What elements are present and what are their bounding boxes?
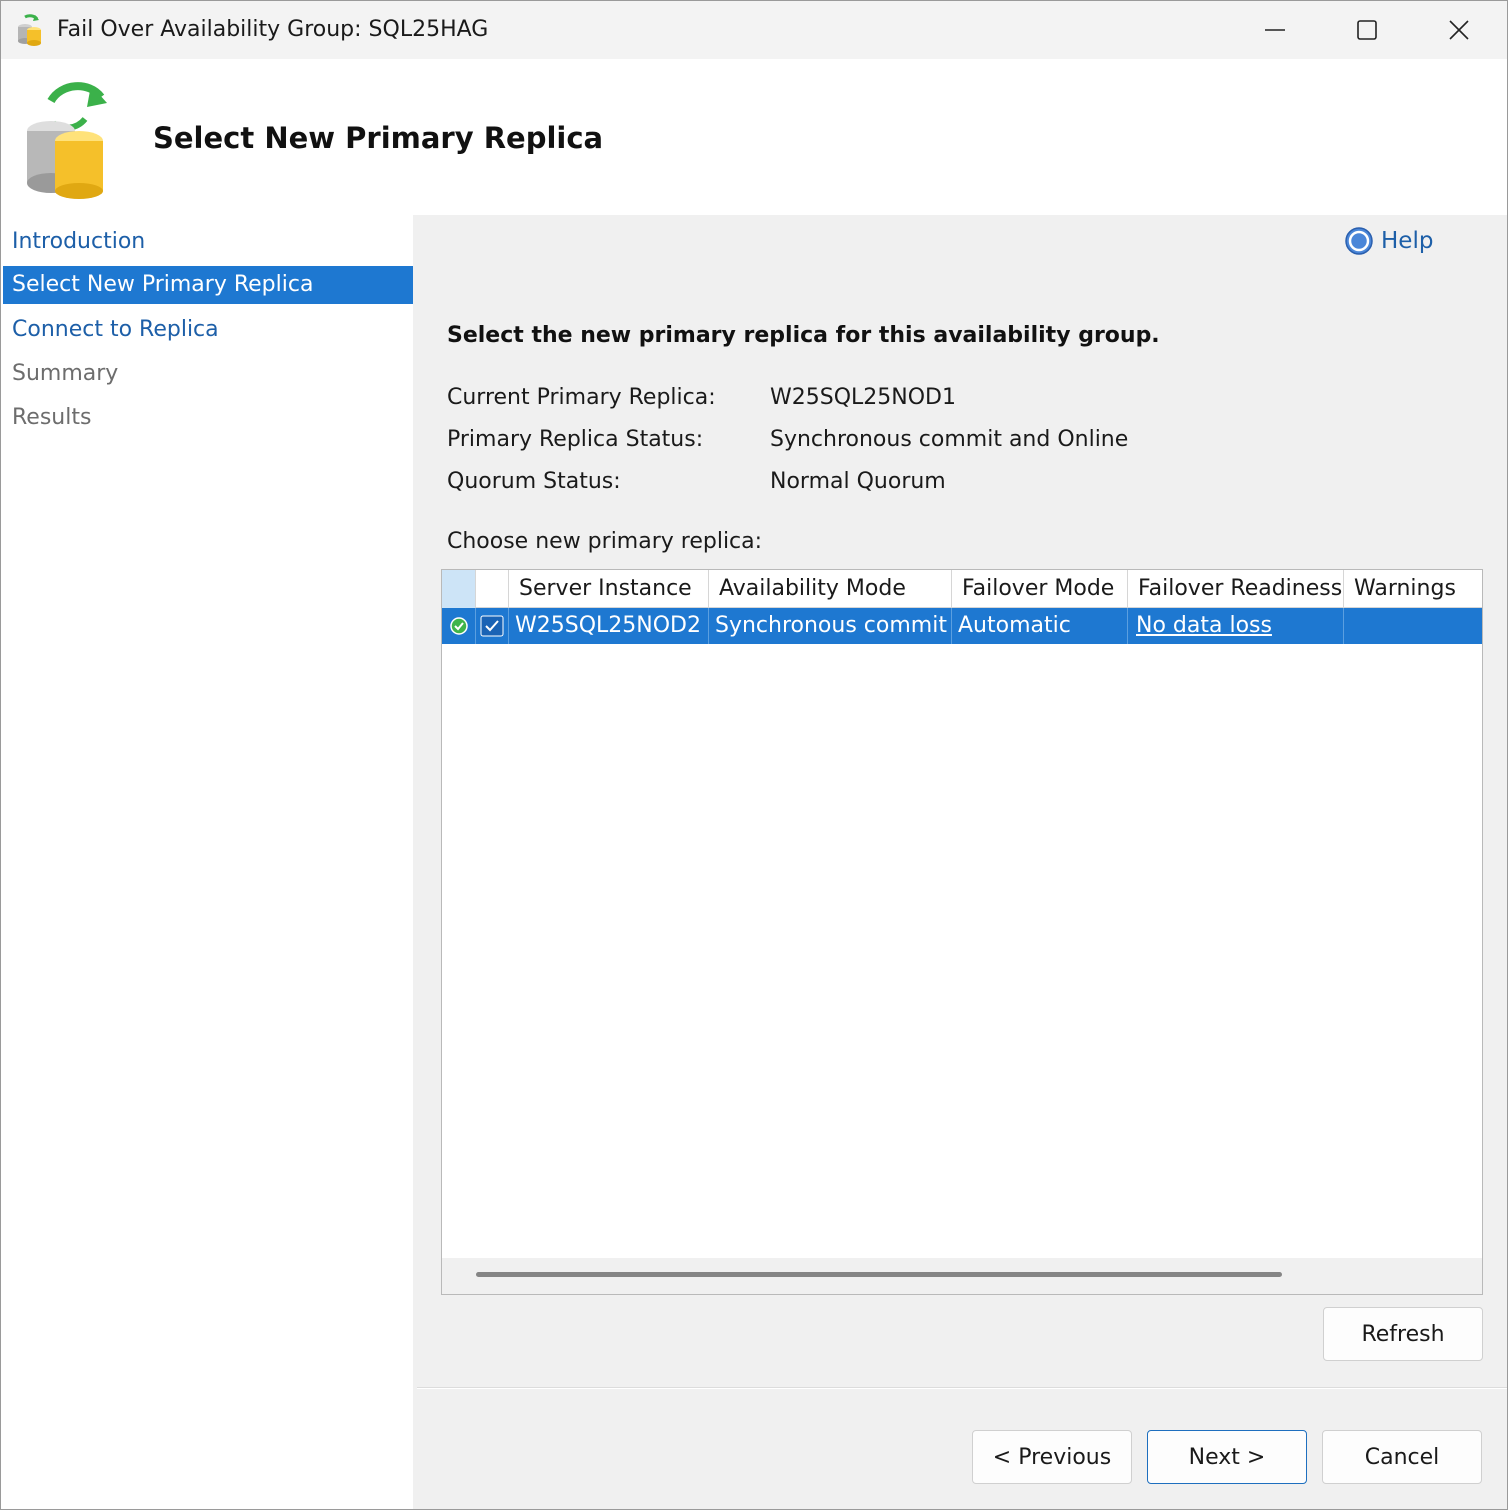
nav-item-select-new-primary-replica[interactable]: Select New Primary Replica [3,266,413,304]
cell-failover-readiness: No data loss [1128,608,1344,644]
failover-readiness-link[interactable]: No data loss [1136,613,1272,638]
title-bar: Fail Over Availability Group: SQL25HAG [1,1,1507,59]
row-checkbox-cell[interactable] [476,608,509,644]
help-link[interactable]: Help [1345,227,1433,255]
current-primary-replica-value: W25SQL25NOD1 [770,385,956,410]
primary-replica-status-value: Synchronous commit and Online [770,427,1129,452]
availability-group-icon [18,14,41,46]
header-failover-mode[interactable]: Failover Mode [952,570,1128,608]
maximize-icon [1357,20,1377,40]
horizontal-scrollbar[interactable] [442,1258,1482,1294]
nav-item-connect-to-replica[interactable]: Connect to Replica [3,311,413,349]
cell-server-instance: W25SQL25NOD2 [509,608,709,644]
minimize-icon [1265,29,1285,31]
maximize-button[interactable] [1321,1,1413,59]
previous-button[interactable]: < Previous [972,1430,1132,1484]
footer-separator [417,1387,1507,1389]
current-primary-replica-label: Current Primary Replica: [447,385,716,410]
row-status-cell [442,608,476,644]
choose-replica-label: Choose new primary replica: [447,529,763,554]
nav-item-introduction[interactable]: Introduction [3,223,413,261]
quorum-status-label: Quorum Status: [447,469,621,494]
nav-item-summary: Summary [12,361,119,386]
ready-status-icon [450,617,468,635]
scrollbar-thumb[interactable] [476,1272,1282,1277]
next-button[interactable]: Next > [1147,1430,1307,1484]
checkbox-checked-icon[interactable] [480,615,504,637]
header-checkbox-column [476,570,509,608]
header-warnings[interactable]: Warnings [1344,570,1482,608]
refresh-button[interactable]: Refresh [1323,1307,1483,1361]
replica-grid[interactable]: Server Instance Availability Mode Failov… [441,569,1483,1295]
header-failover-readiness[interactable]: Failover Readiness [1128,570,1344,608]
close-icon [1449,20,1469,40]
table-row[interactable]: W25SQL25NOD2 Synchronous commit Automati… [442,608,1482,644]
cell-failover-mode: Automatic [952,608,1128,644]
main-panel: Help Select the new primary replica for … [417,215,1507,1509]
help-icon [1345,227,1373,255]
instruction-text: Select the new primary replica for this … [447,323,1160,348]
header-server-instance[interactable]: Server Instance [509,570,709,608]
wizard-window: Fail Over Availability Group: SQL25HAG S… [0,0,1508,1510]
wizard-nav: Introduction Select New Primary Replica … [1,215,413,1509]
help-label: Help [1381,228,1434,254]
header-availability-mode[interactable]: Availability Mode [709,570,952,608]
window-title: Fail Over Availability Group: SQL25HAG [57,17,489,42]
minimize-button[interactable] [1229,1,1321,59]
cell-availability-mode: Synchronous commit [709,608,952,644]
cancel-button[interactable]: Cancel [1322,1430,1482,1484]
failover-database-icon [27,82,107,199]
close-button[interactable] [1413,1,1505,59]
nav-item-results: Results [12,405,92,430]
header-row-selector[interactable] [442,570,476,608]
quorum-status-value: Normal Quorum [770,469,946,494]
header-banner: Select New Primary Replica [1,59,1507,215]
page-title: Select New Primary Replica [153,121,604,155]
grid-header: Server Instance Availability Mode Failov… [442,570,1482,608]
cell-warnings [1344,608,1482,644]
primary-replica-status-label: Primary Replica Status: [447,427,704,452]
